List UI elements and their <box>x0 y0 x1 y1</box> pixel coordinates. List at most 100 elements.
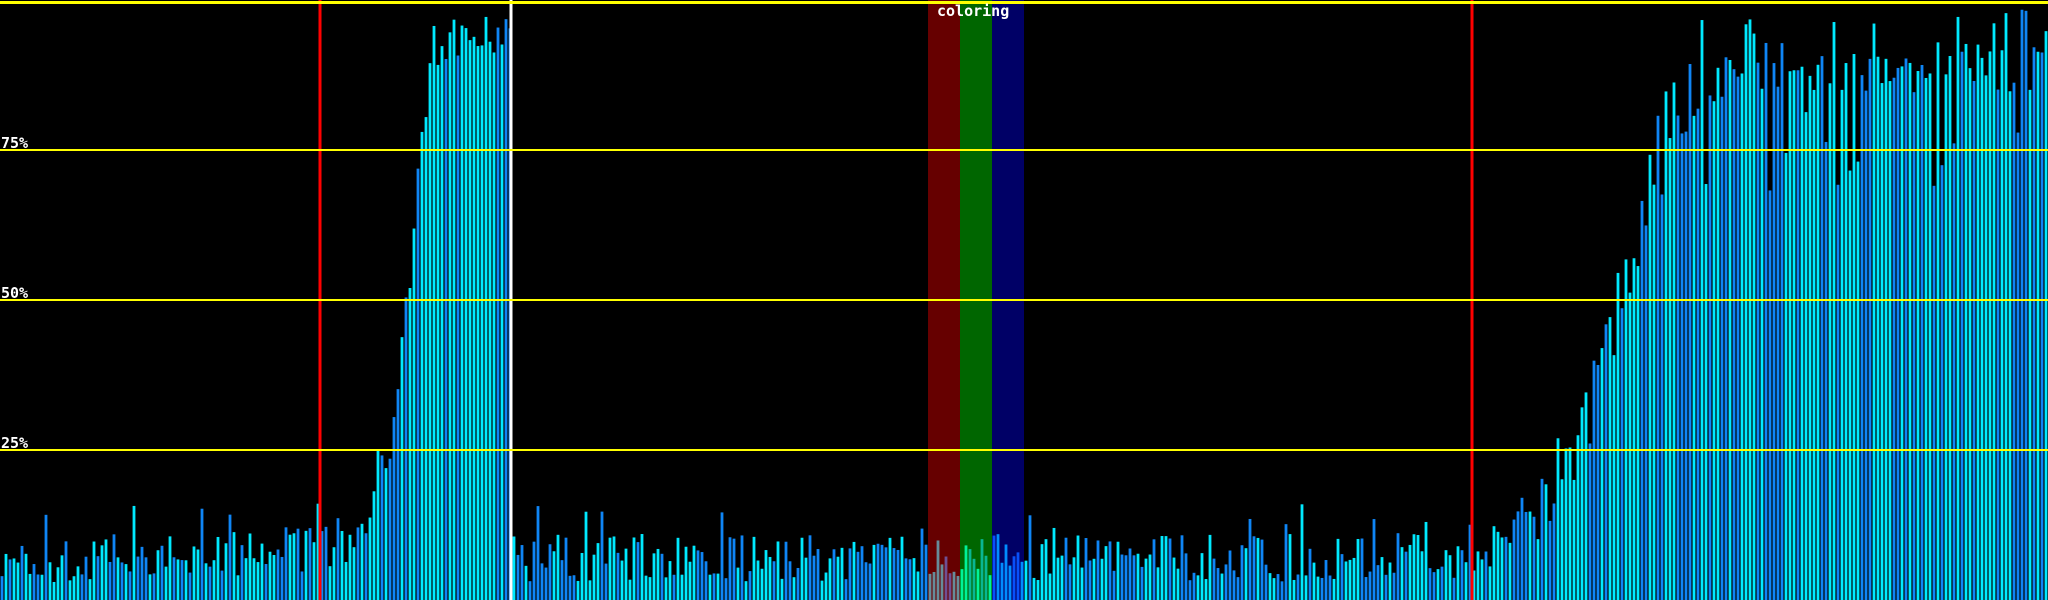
bar <box>1977 45 1980 600</box>
bar <box>181 560 184 600</box>
bar <box>921 529 924 600</box>
bar <box>841 548 844 600</box>
bar <box>549 544 552 600</box>
bar <box>1409 545 1412 600</box>
bar <box>1097 540 1100 600</box>
bar <box>393 417 396 600</box>
bar <box>1193 573 1196 600</box>
bar <box>761 569 764 600</box>
bar <box>1025 561 1028 600</box>
bar <box>1617 273 1620 600</box>
bar <box>1729 60 1732 600</box>
bar <box>1589 443 1592 600</box>
bar <box>1941 165 1944 600</box>
bar <box>681 575 684 600</box>
bar <box>833 549 836 600</box>
bar <box>1345 561 1348 600</box>
bar <box>1241 545 1244 600</box>
bar <box>437 65 440 600</box>
bar <box>1777 87 1780 600</box>
bar <box>541 563 544 600</box>
bar <box>149 574 152 600</box>
bar <box>117 557 120 600</box>
bar <box>141 547 144 600</box>
bar <box>361 524 364 600</box>
bar <box>449 32 452 600</box>
bar <box>397 389 400 600</box>
bar <box>773 561 776 600</box>
bar <box>1141 567 1144 600</box>
bar <box>441 46 444 600</box>
bar <box>1477 551 1480 600</box>
bar <box>1805 112 1808 600</box>
bar <box>585 512 588 600</box>
bar <box>1641 201 1644 600</box>
bar <box>1765 43 1768 600</box>
bar <box>701 552 704 600</box>
bar <box>65 541 68 600</box>
bar <box>97 556 100 600</box>
bar <box>757 561 760 600</box>
bar <box>481 45 484 600</box>
bar <box>1437 569 1440 600</box>
bar <box>629 580 632 600</box>
bar <box>493 52 496 600</box>
bar <box>1973 81 1976 600</box>
bar <box>413 229 416 600</box>
bar <box>401 337 404 600</box>
gridline-75pct <box>0 149 2048 151</box>
bar <box>1929 73 1932 600</box>
bar <box>1869 59 1872 600</box>
bar <box>1165 536 1168 600</box>
bar <box>557 535 560 600</box>
bar <box>453 20 456 600</box>
bar <box>57 567 60 600</box>
gridline-50pct <box>0 299 2048 301</box>
bar <box>1253 536 1256 600</box>
bar <box>1529 512 1532 600</box>
bar <box>1613 355 1616 600</box>
bar <box>1213 559 1216 600</box>
bar <box>353 547 356 600</box>
bar <box>345 562 348 600</box>
bar <box>1853 54 1856 600</box>
bar <box>689 562 692 600</box>
bar <box>729 537 732 600</box>
bar <box>445 59 448 600</box>
bar <box>1701 20 1704 600</box>
bar <box>1621 308 1624 600</box>
bar <box>1281 581 1284 600</box>
bar <box>465 28 468 600</box>
bar <box>1233 570 1236 600</box>
bar <box>261 544 264 600</box>
bar <box>641 534 644 600</box>
bar <box>1209 535 1212 600</box>
bar <box>2013 83 2016 600</box>
bar <box>897 550 900 600</box>
bar <box>1577 435 1580 600</box>
bar <box>1393 573 1396 600</box>
bar <box>457 56 460 600</box>
bar <box>1389 563 1392 600</box>
bar <box>1197 575 1200 600</box>
bar <box>1085 538 1088 600</box>
bar <box>1849 171 1852 600</box>
bar <box>429 63 432 600</box>
bar <box>745 581 748 600</box>
bar <box>1245 548 1248 600</box>
bar <box>469 40 472 600</box>
bar <box>1877 57 1880 600</box>
bar <box>749 571 752 600</box>
bar <box>809 535 812 600</box>
bar <box>1225 564 1228 600</box>
bar <box>1957 17 1960 600</box>
bar <box>293 533 296 600</box>
bar <box>1933 186 1936 600</box>
bar <box>529 581 532 600</box>
bar <box>645 576 648 600</box>
bar <box>1713 101 1716 600</box>
bar <box>1161 536 1164 600</box>
bar <box>733 539 736 600</box>
bar <box>1861 75 1864 600</box>
bar <box>1405 552 1408 600</box>
